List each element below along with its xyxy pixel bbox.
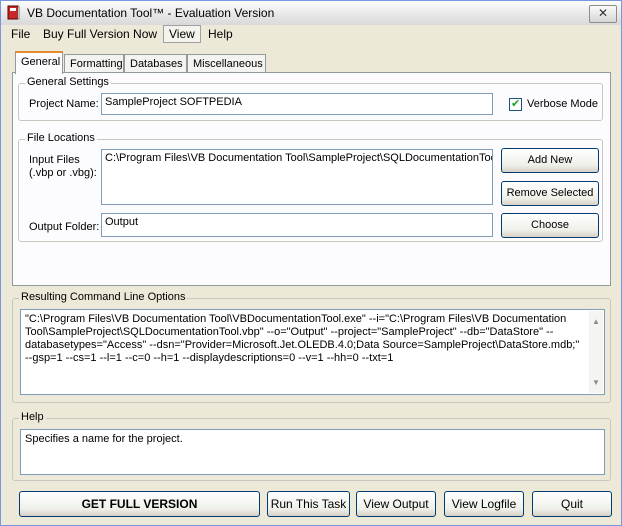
help-group: Help Specifies a name for the project. xyxy=(12,411,611,481)
help-label: Help xyxy=(19,411,46,423)
file-locations-group: File Locations Input Files (.vbp or .vbg… xyxy=(18,132,603,242)
command-line-text: "C:\Program Files\VB Documentation Tool\… xyxy=(25,313,580,364)
output-folder-input[interactable]: Output xyxy=(101,213,493,237)
help-text-box: Specifies a name for the project. xyxy=(20,429,605,475)
menu-bar: File Buy Full Version Now View Help xyxy=(1,25,621,43)
input-files-hint: (.vbp or .vbg): xyxy=(29,167,97,179)
project-name-label: Project Name: xyxy=(29,98,99,110)
quit-button[interactable]: Quit xyxy=(532,491,612,517)
title-bar[interactable]: VB Documentation Tool™ - Evaluation Vers… xyxy=(1,1,621,26)
file-locations-label: File Locations xyxy=(25,132,97,144)
scroll-up-icon[interactable]: ▲ xyxy=(592,315,600,328)
choose-button[interactable]: Choose xyxy=(501,213,599,238)
menu-file[interactable]: File xyxy=(6,26,35,42)
tab-formatting[interactable]: Formatting xyxy=(64,54,124,72)
command-line-label: Resulting Command Line Options xyxy=(19,291,188,303)
remove-selected-button[interactable]: Remove Selected xyxy=(501,181,599,206)
window-title: VB Documentation Tool™ - Evaluation Vers… xyxy=(27,6,275,20)
command-line-group: Resulting Command Line Options "C:\Progr… xyxy=(12,291,611,403)
command-line-output[interactable]: "C:\Program Files\VB Documentation Tool\… xyxy=(20,309,605,395)
general-tab-panel: General Settings Project Name: SamplePro… xyxy=(12,72,611,286)
tab-miscellaneous[interactable]: Miscellaneous xyxy=(187,54,266,72)
menu-help[interactable]: Help xyxy=(203,26,238,42)
input-files-list[interactable]: C:\Program Files\VB Documentation Tool\S… xyxy=(101,149,493,205)
run-task-button[interactable]: Run This Task xyxy=(267,491,350,517)
tab-general[interactable]: General xyxy=(15,51,63,74)
general-settings-label: General Settings xyxy=(25,76,111,88)
help-text: Specifies a name for the project. xyxy=(25,433,183,445)
command-line-scrollbar[interactable]: ▲ ▼ xyxy=(589,311,603,393)
menu-view[interactable]: View xyxy=(163,25,201,43)
app-window: VB Documentation Tool™ - Evaluation Vers… xyxy=(0,0,622,526)
close-button[interactable]: ✕ xyxy=(589,5,617,23)
add-new-button[interactable]: Add New xyxy=(501,148,599,173)
close-icon: ✕ xyxy=(597,6,609,20)
general-settings-group: General Settings Project Name: SamplePro… xyxy=(18,76,603,121)
project-name-input[interactable]: SampleProject SOFTPEDIA xyxy=(101,93,493,115)
output-folder-label: Output Folder: xyxy=(29,221,100,233)
menu-buy-full-version[interactable]: Buy Full Version Now xyxy=(38,26,162,42)
checkmark-icon: ✔ xyxy=(511,98,521,110)
input-files-label: Input Files xyxy=(29,154,80,166)
verbose-mode-checkbox[interactable]: ✔ xyxy=(509,98,522,111)
verbose-mode-label: Verbose Mode xyxy=(527,98,598,110)
view-logfile-button[interactable]: View Logfile xyxy=(444,491,524,517)
get-full-version-button[interactable]: GET FULL VERSION xyxy=(19,491,260,517)
view-output-button[interactable]: View Output xyxy=(356,491,436,517)
tab-databases[interactable]: Databases xyxy=(124,54,187,72)
book-icon xyxy=(7,5,20,20)
scroll-down-icon[interactable]: ▼ xyxy=(592,376,600,389)
